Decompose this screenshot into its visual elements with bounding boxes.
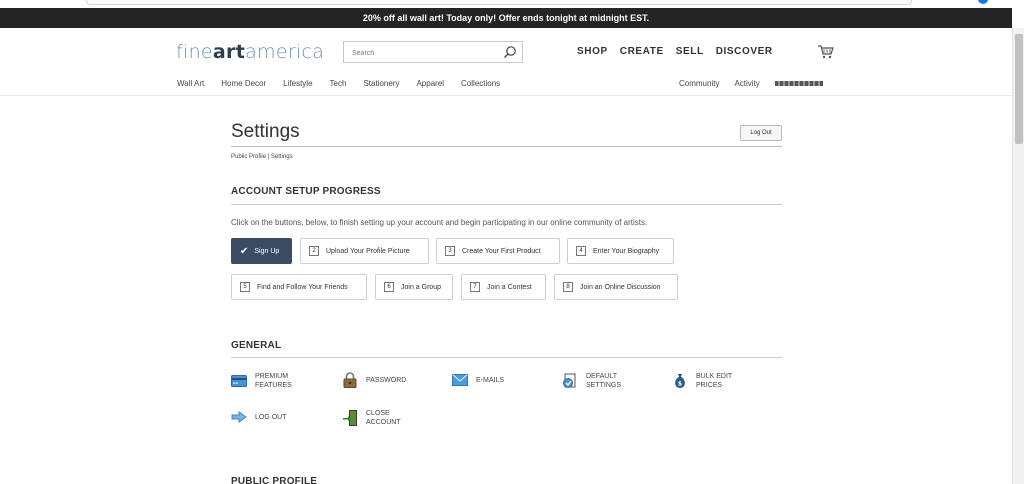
nav-create[interactable]: CREATE <box>620 46 664 57</box>
step-join-group-button[interactable]: 6 Join a Group <box>375 274 453 300</box>
step-join-discussion-button[interactable]: 8 Join an Online Discussion <box>554 274 678 300</box>
item-label: PREMIUM FEATURES <box>255 372 292 390</box>
bulk-edit-prices-link[interactable]: $ BULK EDIT PRICES <box>672 372 732 390</box>
label-line-2: FEATURES <box>255 382 292 389</box>
scrollbar-thumb[interactable] <box>1015 34 1023 144</box>
general-title: GENERAL <box>231 340 282 351</box>
step-label: Upload Your Profile Picture <box>326 247 410 255</box>
browser-top-strip <box>0 0 1024 8</box>
log-out-link[interactable]: LOG OUT <box>231 409 287 425</box>
step-label: Create Your First Product <box>462 247 541 255</box>
checkmark-icon: ✔ <box>240 245 249 257</box>
page-title: Settings <box>231 121 300 142</box>
step-number: 7 <box>470 282 480 292</box>
label-line-1: CLOSE <box>366 410 390 417</box>
redacted-username[interactable] <box>774 81 823 86</box>
label-line-1: BULK EDIT <box>696 373 733 380</box>
category-nav: Wall Art Home Decor Lifestyle Tech Stati… <box>177 79 517 88</box>
user-nav: Community Activity <box>679 79 838 88</box>
page-scrollbar[interactable] <box>1012 28 1024 484</box>
account-setup-divider <box>231 204 782 205</box>
site-header: fineartamerica SHOP CREATE SELL DISCOVER… <box>0 28 1012 96</box>
nav-lifestyle[interactable]: Lifestyle <box>283 79 312 88</box>
label-line-2: PRICES <box>696 382 723 389</box>
search-input[interactable] <box>344 43 494 64</box>
premium-features-link[interactable]: PREMIUM FEATURES <box>231 372 292 390</box>
step-number: 6 <box>384 282 394 292</box>
logo-bold: art <box>212 41 246 63</box>
step-label: Join an Online Discussion <box>580 283 661 291</box>
step-create-product-button[interactable]: 3 Create Your First Product <box>436 238 560 264</box>
step-number: 5 <box>240 282 250 292</box>
search-box <box>343 41 523 64</box>
step-label: Join a Group <box>401 283 442 291</box>
step-number: 3 <box>445 246 455 256</box>
label-line-1: E-MAILS <box>476 376 505 384</box>
settings-document-icon <box>562 373 578 389</box>
credit-card-icon <box>231 373 247 389</box>
step-join-contest-button[interactable]: 7 Join a Contest <box>461 274 546 300</box>
password-link[interactable]: PASSWORD <box>342 372 406 388</box>
label-line-1: PREMIUM <box>255 373 289 380</box>
nav-activity[interactable]: Activity <box>734 79 759 88</box>
step-sign-up-button[interactable]: ✔ Sign Up <box>231 238 292 264</box>
svg-text:$: $ <box>678 381 682 388</box>
step-biography-button[interactable]: 4 Enter Your Biography <box>567 238 674 264</box>
label-line-2: SETTINGS <box>586 382 622 389</box>
step-number: 2 <box>309 246 319 256</box>
item-label: LOG OUT <box>255 413 287 422</box>
nav-stationery[interactable]: Stationery <box>363 79 399 88</box>
log-out-button[interactable]: Log Out <box>740 125 782 141</box>
public-profile-title: PUBLIC PROFILE <box>231 476 318 484</box>
label-line-1: DEFAULT <box>586 373 617 380</box>
main-nav: SHOP CREATE SELL DISCOVER <box>577 46 773 57</box>
nav-community[interactable]: Community <box>679 79 719 88</box>
step-number: 4 <box>576 246 586 256</box>
step-label: Enter Your Biography <box>593 247 660 255</box>
profile-avatar-icon[interactable] <box>978 0 988 4</box>
nav-tech[interactable]: Tech <box>330 79 347 88</box>
site-logo[interactable]: fineartamerica <box>176 41 324 63</box>
nav-shop[interactable]: SHOP <box>577 46 608 57</box>
step-label: Find and Follow Your Friends <box>257 283 348 291</box>
envelope-icon <box>452 372 468 388</box>
nav-sell[interactable]: SELL <box>676 46 704 57</box>
step-follow-friends-button[interactable]: 5 Find and Follow Your Friends <box>231 274 367 300</box>
emails-link[interactable]: E-MAILS <box>452 372 504 388</box>
step-upload-picture-button[interactable]: 2 Upload Your Profile Picture <box>300 238 429 264</box>
cart-icon[interactable] <box>817 44 834 59</box>
address-bar-edge <box>86 0 912 5</box>
nav-discover[interactable]: DISCOVER <box>716 46 773 57</box>
nav-home-decor[interactable]: Home Decor <box>221 79 266 88</box>
label-line-1: PASSWORD <box>366 376 407 384</box>
item-label: PASSWORD <box>366 376 406 385</box>
exit-door-icon <box>342 410 358 426</box>
nav-collections[interactable]: Collections <box>461 79 500 88</box>
search-icon[interactable] <box>503 45 517 59</box>
general-divider <box>231 357 782 358</box>
setup-intro-text: Click on the buttons, below, to finish s… <box>231 218 648 227</box>
step-number: 8 <box>563 282 573 292</box>
item-label: CLOSE ACCOUNT <box>366 409 401 427</box>
item-label: DEFAULT SETTINGS <box>586 372 621 390</box>
label-line-1: LOG OUT <box>255 413 287 421</box>
close-account-link[interactable]: CLOSE ACCOUNT <box>342 409 401 427</box>
nav-apparel[interactable]: Apparel <box>416 79 444 88</box>
account-setup-title: ACCOUNT SETUP PROGRESS <box>231 186 381 197</box>
nav-wall-art[interactable]: Wall Art <box>177 79 204 88</box>
padlock-icon <box>342 372 358 388</box>
step-label: Sign Up <box>254 247 280 255</box>
promo-banner[interactable]: 20% off all wall art! Today only! Offer … <box>0 8 1012 28</box>
item-label: E-MAILS <box>476 376 504 385</box>
title-divider <box>231 146 782 147</box>
label-line-2: ACCOUNT <box>366 419 401 426</box>
logo-suffix: america <box>245 41 325 63</box>
money-bag-icon: $ <box>672 373 688 389</box>
item-label: BULK EDIT PRICES <box>696 372 732 390</box>
step-label: Join a Contest <box>487 283 532 291</box>
logo-prefix: fine <box>176 41 213 63</box>
breadcrumb[interactable]: Public Profile | Settings <box>231 154 293 160</box>
default-settings-link[interactable]: DEFAULT SETTINGS <box>562 372 621 390</box>
arrow-right-icon <box>231 409 247 425</box>
